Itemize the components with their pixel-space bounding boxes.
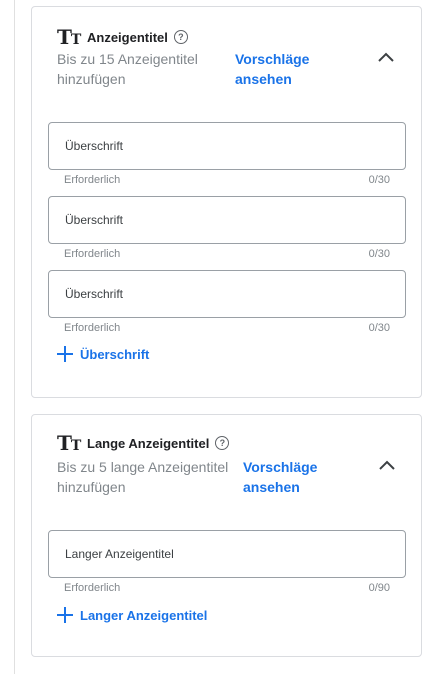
headline-field-1-helper: Erforderlich 0/30: [64, 174, 390, 186]
headlines-title: Anzeigentitel: [87, 29, 168, 45]
help-circle-icon[interactable]: ?: [215, 436, 230, 450]
add-long-headline-label: Langer Anzeigentitel: [80, 607, 208, 623]
required-label: Erforderlich: [64, 248, 121, 260]
text-size-icon: TT: [57, 431, 82, 455]
long-headlines-suggestions-link[interactable]: Vorschläge ansehen: [243, 457, 333, 497]
help-circle-icon[interactable]: ?: [173, 30, 188, 44]
headline-field-3-helper: Erforderlich 0/30: [64, 322, 390, 334]
chevron-up-icon: [378, 52, 394, 62]
char-counter: 0/30: [368, 174, 390, 186]
add-long-headline-button[interactable]: Langer Anzeigentitel: [56, 606, 207, 624]
plus-icon: [57, 346, 73, 362]
long-headline-field-1[interactable]: Langer Anzeigentitel: [48, 530, 406, 578]
headlines-card: TT Anzeigentitel ? Bis zu 15 Anzeigentit…: [31, 6, 422, 398]
long-headline-field-1-helper: Erforderlich 0/90: [64, 582, 390, 594]
char-counter: 0/30: [368, 248, 390, 260]
chevron-up-icon: [379, 460, 395, 470]
headline-field-3[interactable]: Überschrift: [48, 270, 406, 318]
required-label: Erforderlich: [64, 174, 121, 186]
headlines-collapse-button[interactable]: [374, 45, 398, 69]
headlines-subtitle: Bis zu 15 Anzeigentitel hinzufügen: [57, 51, 198, 87]
headlines-title-row: TT Anzeigentitel ?: [57, 27, 188, 47]
long-headlines-collapse-button[interactable]: [375, 453, 399, 477]
long-headlines-title-row: TT Lange Anzeigentitel ?: [57, 431, 230, 455]
long-headlines-title: Lange Anzeigentitel: [87, 435, 210, 451]
headline-field-2[interactable]: Überschrift: [48, 196, 406, 244]
headlines-suggestions-link[interactable]: Vorschläge ansehen: [235, 49, 325, 89]
plus-icon: [57, 607, 73, 623]
required-label: Erforderlich: [64, 322, 121, 334]
headline-field-2-helper: Erforderlich 0/30: [64, 248, 390, 260]
required-label: Erforderlich: [64, 582, 121, 594]
headline-field-1[interactable]: Überschrift: [48, 122, 406, 170]
char-counter: 0/30: [368, 322, 390, 334]
left-rail: [0, 0, 15, 674]
long-headlines-subtitle: Bis zu 5 lange Anzeigentitel hinzufügen: [57, 459, 229, 495]
char-counter: 0/90: [368, 582, 390, 594]
add-headline-label: Überschrift: [80, 346, 150, 362]
text-size-icon: TT: [57, 25, 82, 49]
long-headlines-card: TT Lange Anzeigentitel ? Bis zu 5 lange …: [31, 414, 422, 657]
add-headline-button[interactable]: Überschrift: [56, 345, 149, 363]
